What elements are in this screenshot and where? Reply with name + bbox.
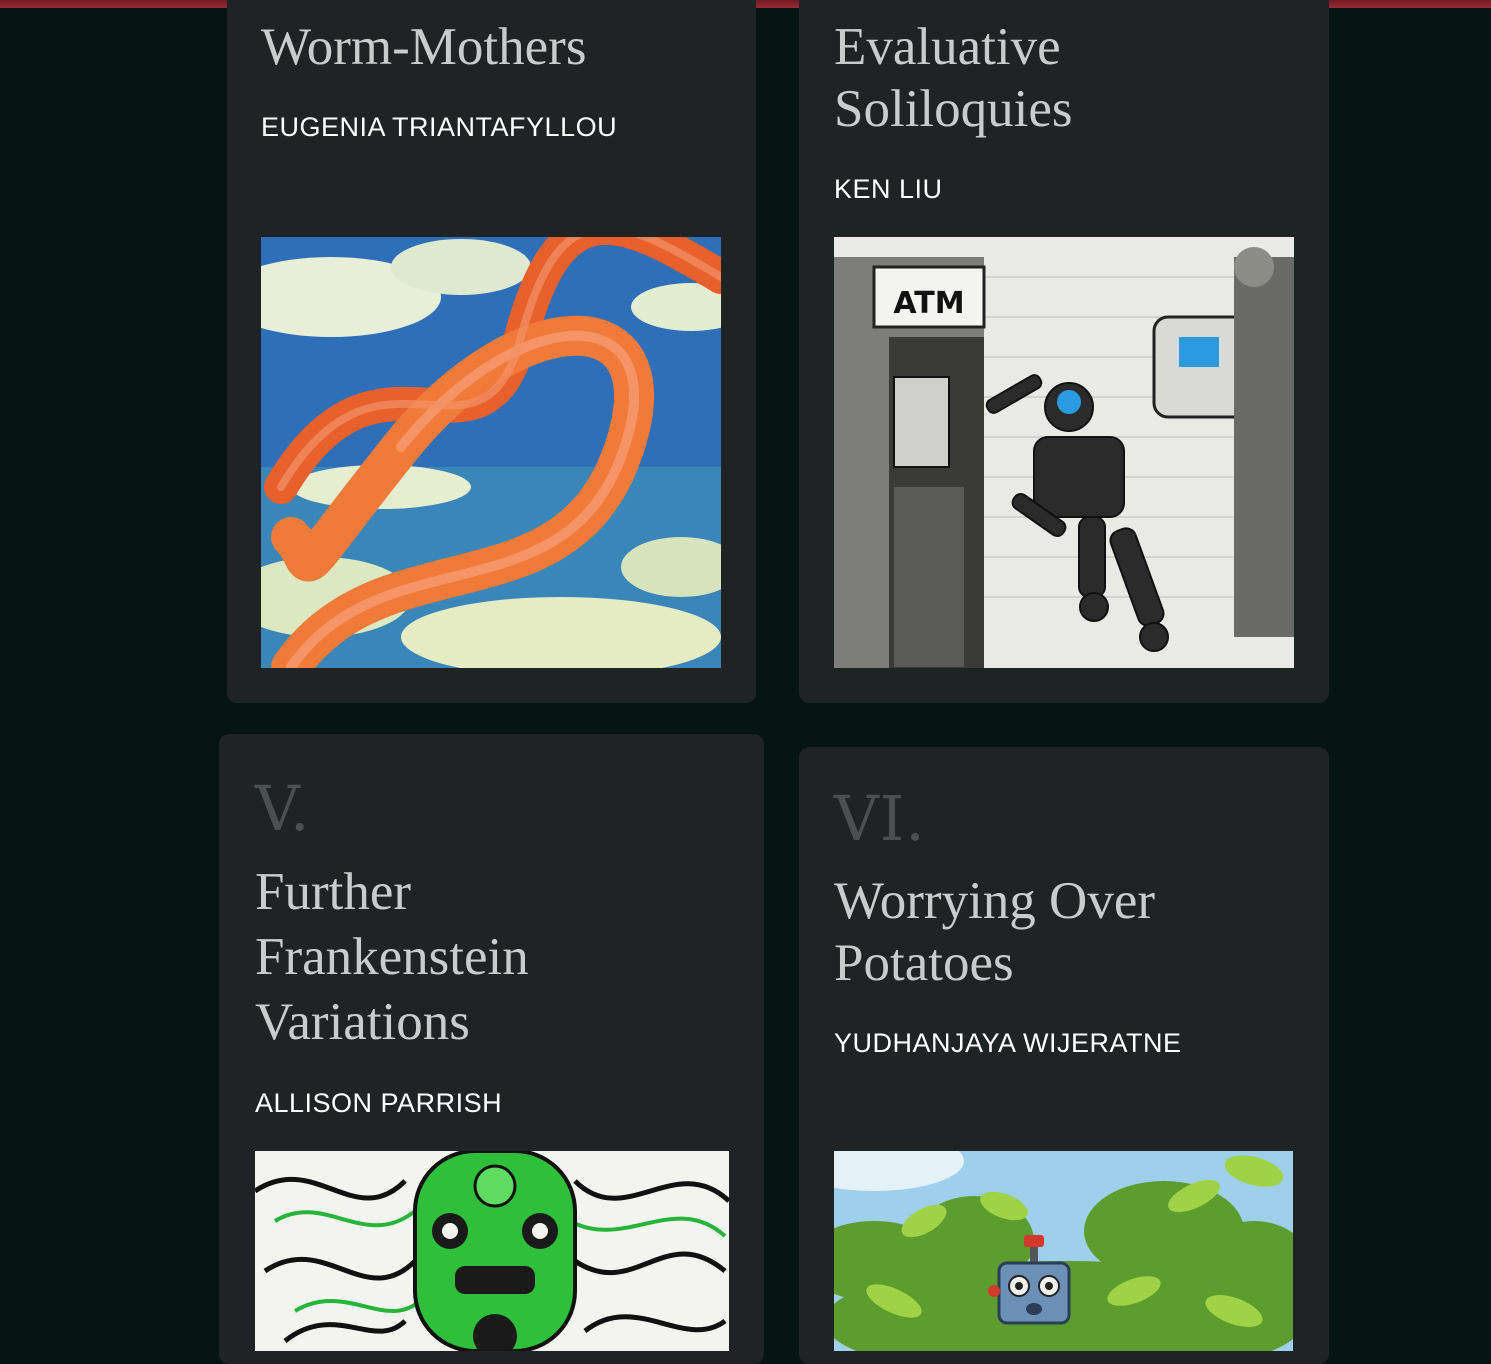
story-author: YUDHANJAYA WIJERATNE bbox=[834, 1028, 1182, 1058]
story-title-line-3[interactable]: Variations bbox=[255, 991, 470, 1053]
robot-atm-illustration-image: ATM bbox=[834, 237, 1294, 668]
potato-robot-illustration-image bbox=[834, 1151, 1293, 1351]
story-title-line-2[interactable]: Potatoes bbox=[834, 932, 1014, 994]
story-title[interactable]: Worm-Mothers bbox=[261, 16, 586, 78]
story-title-line-2[interactable]: Frankenstein bbox=[255, 926, 529, 988]
story-card-evaluative-soliloquies[interactable]: Evaluative Soliloquies KEN LIU ATM bbox=[799, 0, 1329, 703]
story-illustration[interactable]: ATM bbox=[834, 237, 1294, 668]
story-illustration[interactable] bbox=[834, 1151, 1293, 1351]
story-numeral: VI. bbox=[834, 782, 926, 855]
story-author: ALLISON PARRISH bbox=[255, 1088, 503, 1118]
worm-illustration-image bbox=[261, 237, 721, 668]
story-illustration[interactable] bbox=[261, 237, 721, 668]
story-card-worm-mothers[interactable]: Worm-Mothers EUGENIA TRIANTAFYLLOU bbox=[227, 0, 756, 703]
story-author: EUGENIA TRIANTAFYLLOU bbox=[261, 112, 618, 142]
green-robot-illustration-image bbox=[255, 1151, 729, 1351]
story-title-line-2[interactable]: Soliloquies bbox=[834, 78, 1073, 140]
story-card-further-frankenstein-variations[interactable]: V. Further Frankenstein Variations ALLIS… bbox=[219, 734, 764, 1364]
story-title-line-1[interactable]: Evaluative bbox=[834, 16, 1061, 78]
story-title-line-1[interactable]: Worrying Over bbox=[834, 870, 1155, 932]
story-title-line-1[interactable]: Further bbox=[255, 861, 411, 923]
story-card-worrying-over-potatoes[interactable]: VI. Worrying Over Potatoes YUDHANJAYA WI… bbox=[799, 747, 1329, 1364]
atm-sign-text: ATM bbox=[893, 286, 964, 321]
story-illustration[interactable] bbox=[255, 1151, 729, 1351]
story-author: KEN LIU bbox=[834, 174, 943, 204]
story-numeral: V. bbox=[255, 772, 311, 845]
